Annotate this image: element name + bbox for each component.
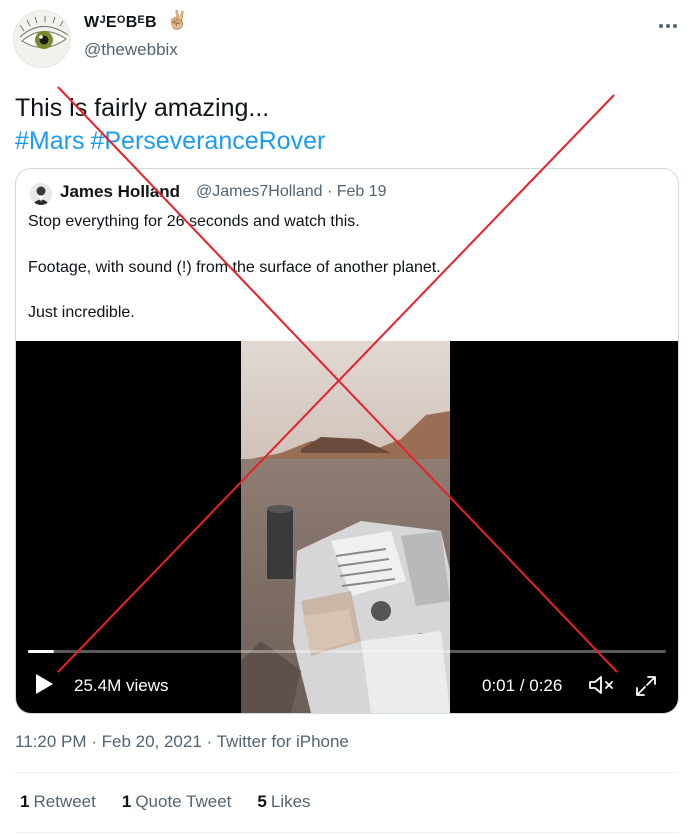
retweet-count[interactable]: 1 Retweet bbox=[20, 792, 96, 812]
video-progress-bar[interactable] bbox=[28, 650, 666, 653]
quoted-author-avatar[interactable] bbox=[30, 183, 52, 205]
like-count[interactable]: 5 Likes bbox=[257, 792, 310, 812]
fullscreen-icon[interactable] bbox=[634, 674, 658, 698]
quoted-text-line: Stop everything for 26 seconds and watch… bbox=[28, 213, 360, 230]
video-frame-image bbox=[241, 341, 450, 713]
quoted-text-line: Just incredible. bbox=[28, 304, 135, 321]
victory-hand-emoji: ✌🏼 bbox=[166, 10, 189, 30]
divider bbox=[15, 772, 679, 773]
eye-icon bbox=[14, 11, 70, 67]
author-avatar[interactable] bbox=[13, 10, 71, 68]
quoted-tweet[interactable]: James Holland @James7Holland · Feb 19 St… bbox=[15, 168, 679, 714]
person-icon bbox=[30, 183, 52, 205]
quoted-author-name[interactable]: James Holland bbox=[60, 182, 180, 202]
hashtag-link[interactable]: #PerseveranceRover bbox=[90, 127, 325, 155]
video-view-count: 25.4M views bbox=[74, 676, 169, 695]
muted-speaker-icon[interactable] bbox=[588, 674, 616, 696]
author-name[interactable]: WᴶEᴼBᴱB bbox=[84, 14, 157, 32]
video-player[interactable]: 25.4M views 0:01 / 0:26 bbox=[16, 341, 678, 713]
tweet-timestamp[interactable]: 11:20 PM · Feb 20, 2021 · Twitter for iP… bbox=[15, 732, 349, 752]
more-options-icon[interactable] bbox=[656, 18, 680, 34]
tweet-stats: 1 Retweet 1 Quote Tweet 5 Likes bbox=[20, 792, 311, 812]
hashtag-link[interactable]: #Mars bbox=[15, 127, 84, 155]
quoted-text-line: Footage, with sound (!) from the surface… bbox=[28, 259, 441, 276]
tweet-hashtags: #Mars #PerseveranceRover bbox=[15, 124, 331, 158]
quoted-author-meta[interactable]: @James7Holland · Feb 19 bbox=[196, 183, 387, 201]
video-time: 0:01 / 0:26 bbox=[482, 676, 563, 695]
author-handle[interactable]: @thewebbix bbox=[84, 40, 178, 60]
tweet: WᴶEᴼBᴱB ✌🏼 @thewebbix This is fairly ama… bbox=[0, 0, 700, 834]
video-progress-fill bbox=[28, 650, 54, 653]
play-icon[interactable] bbox=[36, 674, 53, 694]
divider bbox=[15, 832, 679, 833]
quote-tweet-count[interactable]: 1 Quote Tweet bbox=[122, 792, 232, 812]
tweet-text: This is fairly amazing... bbox=[15, 94, 270, 122]
